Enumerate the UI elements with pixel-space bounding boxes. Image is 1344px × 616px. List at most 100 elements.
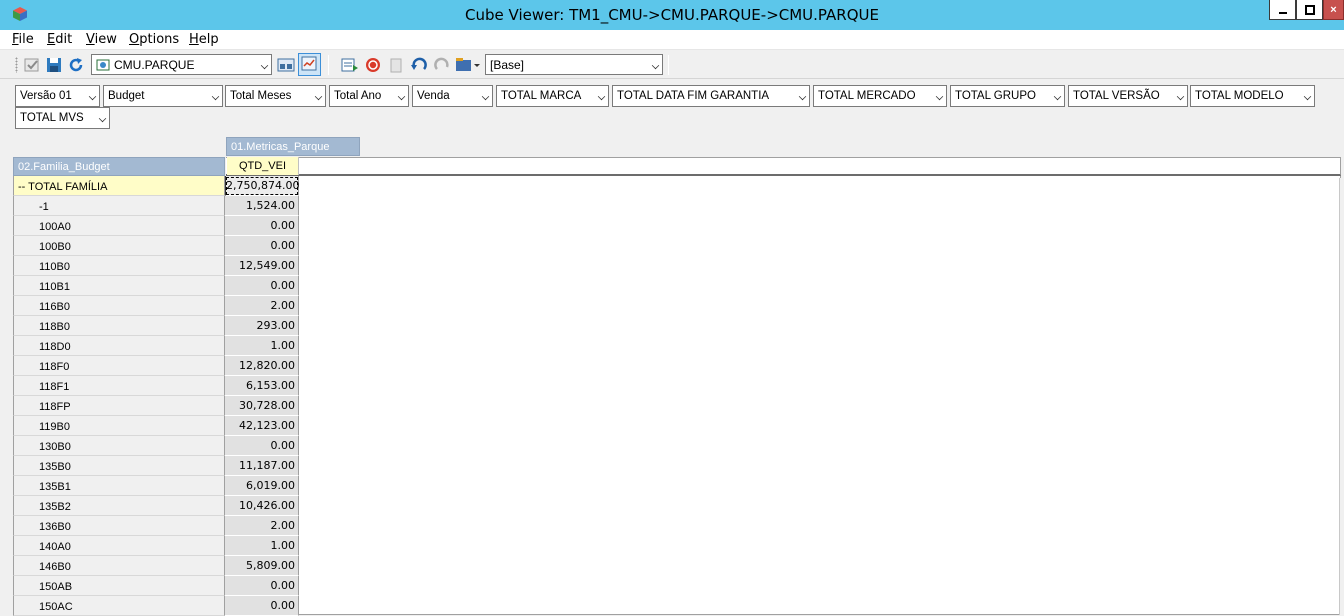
cube-browse-icon[interactable] bbox=[277, 56, 295, 74]
toolbar-separator bbox=[668, 55, 669, 75]
data-cell[interactable]: 6,019.00 bbox=[225, 476, 299, 496]
dim-filter-mvs[interactable]: TOTAL MVS bbox=[15, 107, 110, 129]
row-member-label[interactable]: 135B2 bbox=[13, 496, 225, 516]
chevron-down-icon bbox=[798, 92, 807, 101]
dim-filter-modelo[interactable]: TOTAL MODELO bbox=[1190, 85, 1315, 107]
data-cell[interactable]: 42,123.00 bbox=[225, 416, 299, 436]
dim-filter-venda[interactable]: Venda bbox=[412, 85, 493, 107]
row-member-label[interactable]: 135B0 bbox=[13, 456, 225, 476]
row-member-label[interactable]: 140A0 bbox=[13, 536, 225, 556]
view-selected-icon[interactable] bbox=[298, 53, 321, 76]
row-member-label[interactable]: 116B0 bbox=[13, 296, 225, 316]
data-cell[interactable]: 0.00 bbox=[225, 276, 299, 296]
export-icon[interactable] bbox=[341, 56, 359, 74]
dim-filter-meses[interactable]: Total Meses bbox=[225, 85, 326, 107]
data-cell[interactable]: 1.00 bbox=[225, 336, 299, 356]
column-header-strip bbox=[226, 157, 1341, 176]
data-cell[interactable]: 0.00 bbox=[225, 216, 299, 236]
vertical-scrollbar[interactable] bbox=[1339, 178, 1344, 615]
menu-help[interactable]: Help bbox=[189, 32, 219, 47]
data-cell[interactable]: 6,153.00 bbox=[225, 376, 299, 396]
row-member-label[interactable]: 110B0 bbox=[13, 256, 225, 276]
undo-icon[interactable] bbox=[410, 56, 428, 74]
chevron-down-icon bbox=[597, 92, 606, 101]
dim-filter-budget[interactable]: Budget bbox=[103, 85, 223, 107]
dim-filter-value: TOTAL MARCA bbox=[501, 90, 582, 102]
dim-filter-ano[interactable]: Total Ano bbox=[329, 85, 409, 107]
data-cell[interactable]: 2,750,874.00 bbox=[225, 176, 299, 196]
row-member-label[interactable]: 119B0 bbox=[13, 416, 225, 436]
chevron-down-icon bbox=[481, 92, 490, 101]
chevron-down-icon bbox=[1176, 92, 1185, 101]
data-cell[interactable]: 1,524.00 bbox=[225, 196, 299, 216]
table-row: 100A0 0.00 bbox=[13, 216, 300, 236]
row-member-label[interactable]: 150AC bbox=[13, 596, 225, 616]
row-member-label[interactable]: 118D0 bbox=[13, 336, 225, 356]
save-icon[interactable] bbox=[45, 56, 63, 74]
dim-filter-garantia[interactable]: TOTAL DATA FIM GARANTIA bbox=[612, 85, 810, 107]
data-cell[interactable]: 293.00 bbox=[225, 316, 299, 336]
menu-bar: File Edit View Options Help bbox=[0, 30, 1344, 50]
row-member-label[interactable]: 100B0 bbox=[13, 236, 225, 256]
row-member-label[interactable]: -- TOTAL FAMÍLIA bbox=[13, 176, 225, 196]
data-cell[interactable]: 0.00 bbox=[225, 236, 299, 256]
recalculate-icon[interactable] bbox=[67, 56, 85, 74]
data-cell[interactable]: 30,728.00 bbox=[225, 396, 299, 416]
dim-filter-marca[interactable]: TOTAL MARCA bbox=[496, 85, 609, 107]
toolbar-grip[interactable] bbox=[15, 57, 18, 73]
dim-filter-grupo[interactable]: TOTAL GRUPO bbox=[950, 85, 1065, 107]
cube-select-value: CMU.PARQUE bbox=[114, 58, 195, 72]
row-member-label[interactable]: 136B0 bbox=[13, 516, 225, 536]
data-cell[interactable]: 10,426.00 bbox=[225, 496, 299, 516]
data-cell[interactable]: 2.00 bbox=[225, 296, 299, 316]
dim-filter-mercado[interactable]: TOTAL MERCADO bbox=[813, 85, 947, 107]
row-member-label[interactable]: 110B1 bbox=[13, 276, 225, 296]
stop-icon[interactable] bbox=[364, 56, 382, 74]
data-cell[interactable]: 12,820.00 bbox=[225, 356, 299, 376]
menu-options[interactable]: Options bbox=[129, 32, 179, 47]
cube-select[interactable]: CMU.PARQUE bbox=[91, 54, 272, 75]
row-member-label[interactable]: 118F0 bbox=[13, 356, 225, 376]
menu-file[interactable]: File bbox=[12, 32, 34, 47]
row-member-label[interactable]: -1 bbox=[13, 196, 225, 216]
row-member-label[interactable]: 118FP bbox=[13, 396, 225, 416]
data-cell[interactable]: 5,809.00 bbox=[225, 556, 299, 576]
data-cell[interactable]: 0.00 bbox=[225, 576, 299, 596]
table-row: 118F0 12,820.00 bbox=[13, 356, 300, 376]
column-dimension-header[interactable]: 01.Metricas_Parque bbox=[226, 137, 360, 156]
row-member-label[interactable]: 118F1 bbox=[13, 376, 225, 396]
row-member-label[interactable]: 150AB bbox=[13, 576, 225, 596]
menu-edit[interactable]: Edit bbox=[47, 32, 72, 47]
data-cell[interactable]: 1.00 bbox=[225, 536, 299, 556]
maximize-button[interactable] bbox=[1296, 0, 1323, 20]
menu-view[interactable]: View bbox=[86, 32, 117, 47]
table-row: 150AB 0.00 bbox=[13, 576, 300, 596]
table-row: 119B0 42,123.00 bbox=[13, 416, 300, 436]
row-member-label[interactable]: 130B0 bbox=[13, 436, 225, 456]
data-cell[interactable]: 0.00 bbox=[225, 436, 299, 456]
subset-select[interactable]: [Base] bbox=[485, 54, 663, 75]
row-member-label[interactable]: 118B0 bbox=[13, 316, 225, 336]
dim-filter-value: TOTAL MVS bbox=[20, 112, 84, 124]
sandbox-icon[interactable] bbox=[455, 56, 481, 74]
table-row: 116B0 2.00 bbox=[13, 296, 300, 316]
table-row: 110B0 12,549.00 bbox=[13, 256, 300, 276]
data-cell[interactable]: 11,187.00 bbox=[225, 456, 299, 476]
column-member-header[interactable]: QTD_VEI bbox=[227, 157, 299, 175]
checkmark-icon[interactable] bbox=[23, 56, 41, 74]
dim-filter-versao[interactable]: Versão 01 bbox=[15, 85, 100, 107]
data-cell[interactable]: 2.00 bbox=[225, 516, 299, 536]
dim-filter-value: Venda bbox=[417, 90, 450, 102]
title-bar: Cube Viewer: TM1_CMU->CMU.PARQUE->CMU.PA… bbox=[0, 0, 1344, 30]
minimize-button[interactable] bbox=[1269, 0, 1296, 20]
row-member-label[interactable]: 146B0 bbox=[13, 556, 225, 576]
row-dimension-header[interactable]: 02.Familia_Budget bbox=[13, 157, 225, 176]
data-cell[interactable]: 12,549.00 bbox=[225, 256, 299, 276]
clear-icon[interactable] bbox=[387, 56, 405, 74]
data-cell[interactable]: 0.00 bbox=[225, 596, 299, 616]
row-member-label[interactable]: 135B1 bbox=[13, 476, 225, 496]
dim-filter-versao-total[interactable]: TOTAL VERSÃO bbox=[1068, 85, 1188, 107]
row-member-label[interactable]: 100A0 bbox=[13, 216, 225, 236]
close-button[interactable]: × bbox=[1323, 0, 1344, 20]
redo-icon[interactable] bbox=[433, 56, 451, 74]
